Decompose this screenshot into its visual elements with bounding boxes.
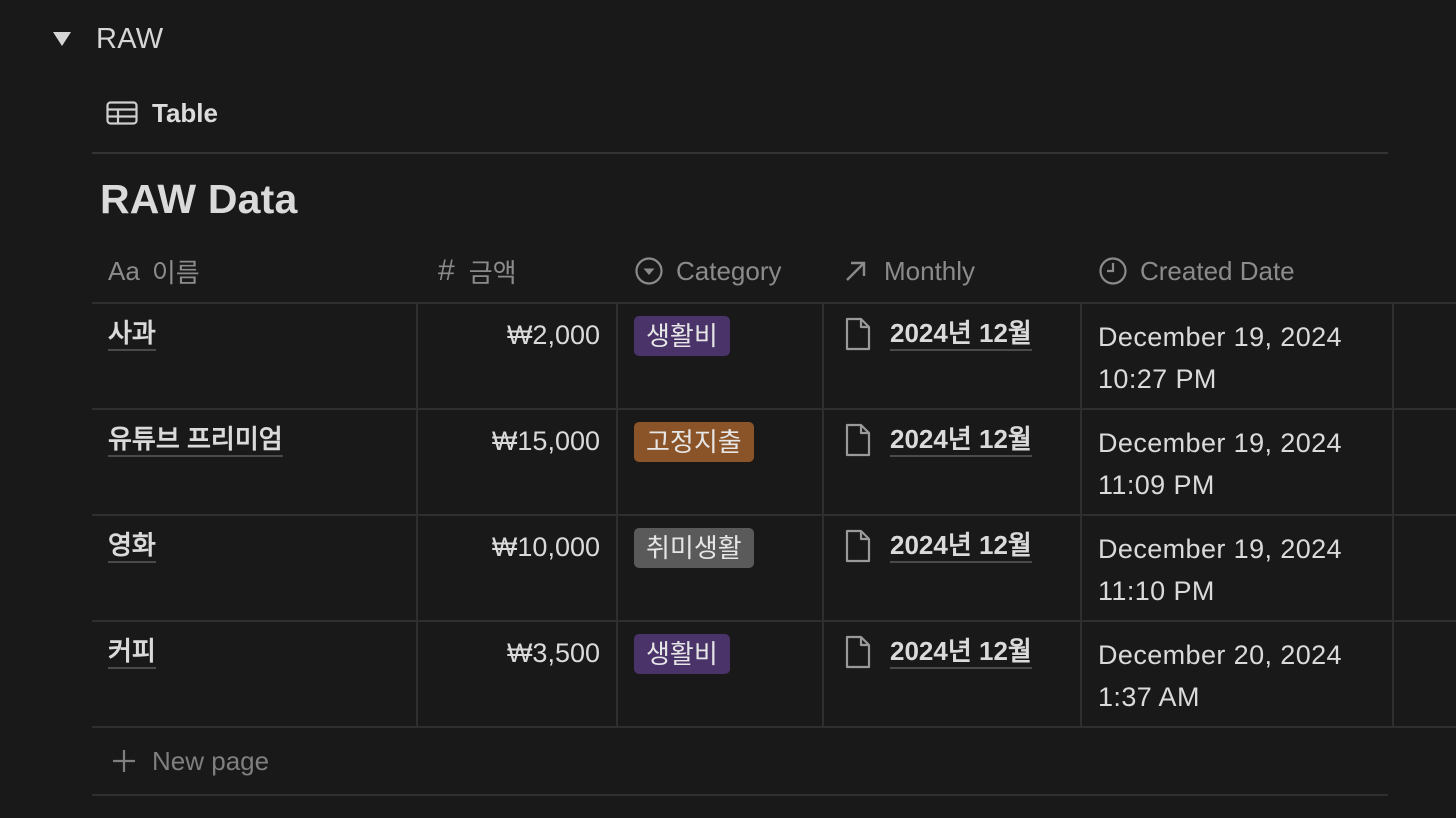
monthly-relation-link[interactable]: 2024년 12월 [844,422,1032,458]
row-name[interactable]: 커피 [108,636,156,669]
category-tag[interactable]: 고정지출 [634,422,754,462]
toggle-title: RAW [96,22,164,55]
tab-divider [92,152,1388,154]
new-page-row: New page [92,728,1388,796]
category-cell[interactable]: 생활비 [618,304,822,408]
monthly-label: 2024년 12월 [890,529,1032,563]
monthly-cell[interactable]: 2024년 12월 [824,304,1080,408]
column-label: 금액 [468,257,517,288]
row-name[interactable]: 영화 [108,530,156,563]
database-table: Aa 이름 # 금액 Category Monthly Created Date… [92,240,1456,796]
view-tab-label: Table [152,97,218,128]
select-property-icon [634,256,664,286]
date-line: December 19, 2024 [1098,322,1342,352]
created-date-cell: December 19, 2024 10:27 PM [1082,304,1392,408]
database-page: RAW Table RAW Data Aa 이름 # 금액 Category M… [0,0,1456,818]
created-date: December 19, 2024 11:09 PM [1098,422,1342,506]
monthly-cell[interactable]: 2024년 12월 [824,622,1080,726]
table-header: Aa 이름 # 금액 Category Monthly Created Date [92,240,1456,304]
date-line: December 19, 2024 [1098,428,1342,458]
created-date: December 19, 2024 11:10 PM [1098,528,1342,612]
created-date: December 20, 2024 1:37 AM [1098,634,1342,718]
table-icon [106,99,140,127]
monthly-relation-link[interactable]: 2024년 12월 [844,316,1032,352]
page-icon [844,316,874,352]
amount-cell[interactable]: ₩15,000 [418,410,616,514]
row-amount: ₩10,000 [491,532,600,562]
category-cell[interactable]: 고정지출 [618,410,822,514]
name-cell[interactable]: 유튜브 프리미엄 [92,410,416,514]
plus-icon [108,745,140,777]
page-icon [844,422,874,458]
column-header-monthly[interactable]: Monthly [844,240,975,302]
clock-icon [1098,256,1128,286]
row-amount: ₩3,500 [506,638,600,668]
row-amount: ₩2,000 [506,320,600,350]
triangle-down-icon[interactable] [50,27,74,51]
column-header-name[interactable]: Aa 이름 [108,240,200,302]
column-label: Created Date [1140,255,1295,286]
monthly-relation-link[interactable]: 2024년 12월 [844,528,1032,564]
time-line: 11:09 PM [1098,470,1215,500]
column-label: Category [676,255,782,286]
column-header-amount[interactable]: # 금액 [438,240,517,302]
page-icon [844,634,874,670]
amount-cell[interactable]: ₩2,000 [418,304,616,408]
monthly-relation-link[interactable]: 2024년 12월 [844,634,1032,670]
name-cell[interactable]: 사과 [92,304,416,408]
column-label: Monthly [884,255,976,286]
date-line: December 20, 2024 [1098,640,1342,670]
date-line: December 19, 2024 [1098,534,1342,564]
new-page-label: New page [152,745,270,776]
number-property-icon: # [438,254,455,287]
row-amount: ₩15,000 [491,426,600,456]
category-tag[interactable]: 생활비 [634,634,730,674]
row-name[interactable]: 사과 [108,318,156,351]
time-line: 11:10 PM [1098,576,1215,606]
created-date-cell: December 19, 2024 11:10 PM [1082,516,1392,620]
view-tab-table[interactable]: Table [106,92,218,134]
column-header-category[interactable]: Category [634,240,782,302]
amount-cell[interactable]: ₩3,500 [418,622,616,726]
category-cell[interactable]: 생활비 [618,622,822,726]
monthly-cell[interactable]: 2024년 12월 [824,516,1080,620]
relation-arrow-icon [844,259,868,283]
time-line: 1:37 AM [1098,682,1200,712]
new-page-button[interactable]: New page [108,728,269,794]
database-title[interactable]: RAW Data [100,176,298,223]
raw-toggle[interactable]: RAW [50,18,163,60]
name-cell[interactable]: 영화 [92,516,416,620]
monthly-label: 2024년 12월 [890,635,1032,669]
table-row[interactable]: 유튜브 프리미엄 ₩15,000 고정지출 2024년 12월 December… [92,410,1456,516]
table-row[interactable]: 영화 ₩10,000 취미생활 2024년 12월 December 19, 2… [92,516,1456,622]
row-name[interactable]: 유튜브 프리미엄 [108,424,283,457]
created-date: December 19, 2024 10:27 PM [1098,316,1342,400]
title-property-icon: Aa [108,255,140,286]
monthly-label: 2024년 12월 [890,423,1032,457]
created-date-cell: December 19, 2024 11:09 PM [1082,410,1392,514]
category-cell[interactable]: 취미생활 [618,516,822,620]
monthly-label: 2024년 12월 [890,317,1032,351]
monthly-cell[interactable]: 2024년 12월 [824,410,1080,514]
category-tag[interactable]: 취미생활 [634,528,754,568]
created-date-cell: December 20, 2024 1:37 AM [1082,622,1392,726]
table-row[interactable]: 사과 ₩2,000 생활비 2024년 12월 December 19, 202… [92,304,1456,410]
name-cell[interactable]: 커피 [92,622,416,726]
column-header-created-date[interactable]: Created Date [1098,240,1295,302]
time-line: 10:27 PM [1098,364,1217,394]
page-icon [844,528,874,564]
category-tag[interactable]: 생활비 [634,316,730,356]
amount-cell[interactable]: ₩10,000 [418,516,616,620]
table-row[interactable]: 커피 ₩3,500 생활비 2024년 12월 December 20, 202… [92,622,1456,728]
column-label: 이름 [151,257,200,288]
